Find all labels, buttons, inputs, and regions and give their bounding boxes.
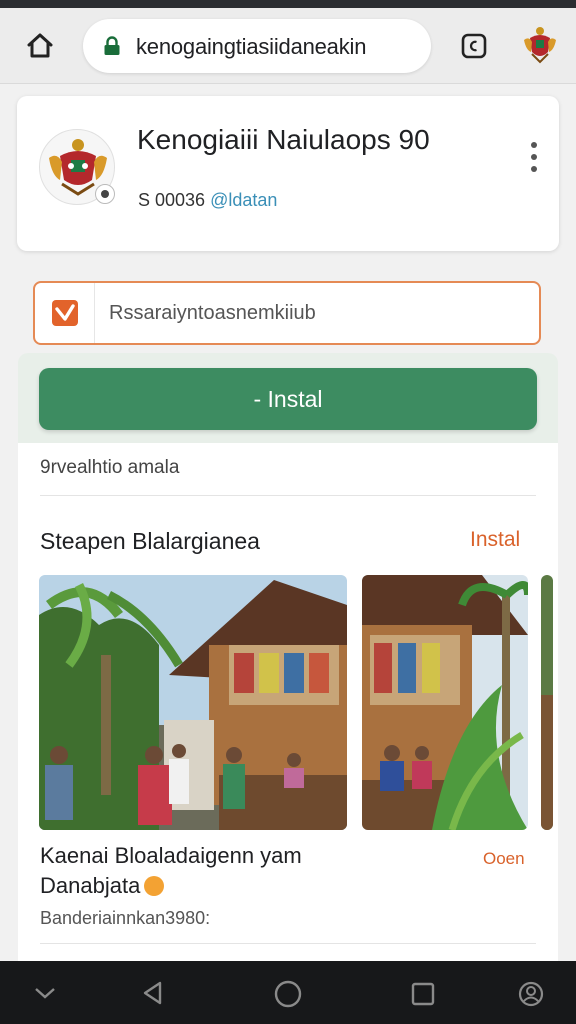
section-install-link[interactable]: Instal — [470, 528, 520, 552]
screenshot-image[interactable] — [39, 575, 347, 830]
url-text: kenogaingtiasiidaneakin — [136, 34, 367, 59]
divider — [40, 943, 536, 944]
tabs-button[interactable] — [460, 32, 488, 60]
address-bar[interactable]: kenogaingtiasiidaneakin — [83, 19, 431, 73]
app-card-title-text: Danabjata — [40, 873, 141, 898]
install-button[interactable]: - Instal — [39, 368, 537, 430]
profile-name: Kenogiaiii Naiulaops 90 — [137, 124, 430, 155]
divider — [40, 495, 536, 496]
meta-text: 9rvealhtio amala — [40, 457, 180, 478]
profile-card: Kenogiaiii Naiulaops 90 S 00036 @ldatan — [17, 96, 559, 251]
browser-toolbar: kenogaingtiasiidaneakin — [0, 8, 576, 84]
back-icon[interactable] — [140, 979, 166, 1007]
app-card-title-line2: Danabjata — [40, 873, 165, 899]
app-card-title: Kaenai Bloaladaigenn yam — [40, 843, 302, 868]
lock-icon — [104, 36, 120, 55]
screenshot-image[interactable] — [362, 575, 528, 830]
tabs-icon — [461, 33, 487, 59]
emoji-icon — [144, 876, 165, 896]
home-circle-icon[interactable] — [273, 979, 303, 1009]
village-stall-image — [362, 575, 528, 830]
village-market-image — [39, 575, 347, 830]
profile-count: S 00036 — [138, 190, 206, 210]
brand-m-icon — [52, 300, 78, 326]
app-card-subtitle: Banderiainnkan3980: — [40, 908, 211, 928]
app-card-open-link[interactable]: Ooen — [483, 849, 525, 869]
home-icon — [27, 33, 53, 58]
verified-badge-icon — [95, 184, 115, 204]
accessibility-icon[interactable] — [516, 979, 546, 1009]
screenshot-image-partial[interactable] — [541, 575, 553, 830]
profile-crest-button[interactable] — [520, 22, 560, 66]
profile-meta: S 00036 @ldatan — [138, 190, 277, 211]
recents-icon[interactable] — [410, 981, 436, 1007]
crest-icon — [524, 27, 556, 64]
profile-handle[interactable]: @ldatan — [210, 190, 277, 210]
more-vert-icon[interactable] — [522, 142, 546, 176]
section-title: Steapen Blalargianea — [40, 528, 260, 554]
chevron-down-icon[interactable] — [32, 981, 58, 1005]
system-navigation-bar — [0, 961, 576, 1024]
search-field[interactable]: Rssaraiyntoasnemkiiub — [33, 281, 541, 345]
search-placeholder: Rssaraiyntoasnemkiiub — [109, 302, 316, 324]
status-bar — [0, 0, 576, 8]
search-field-icon-slot — [35, 283, 95, 343]
home-button[interactable] — [22, 28, 58, 64]
